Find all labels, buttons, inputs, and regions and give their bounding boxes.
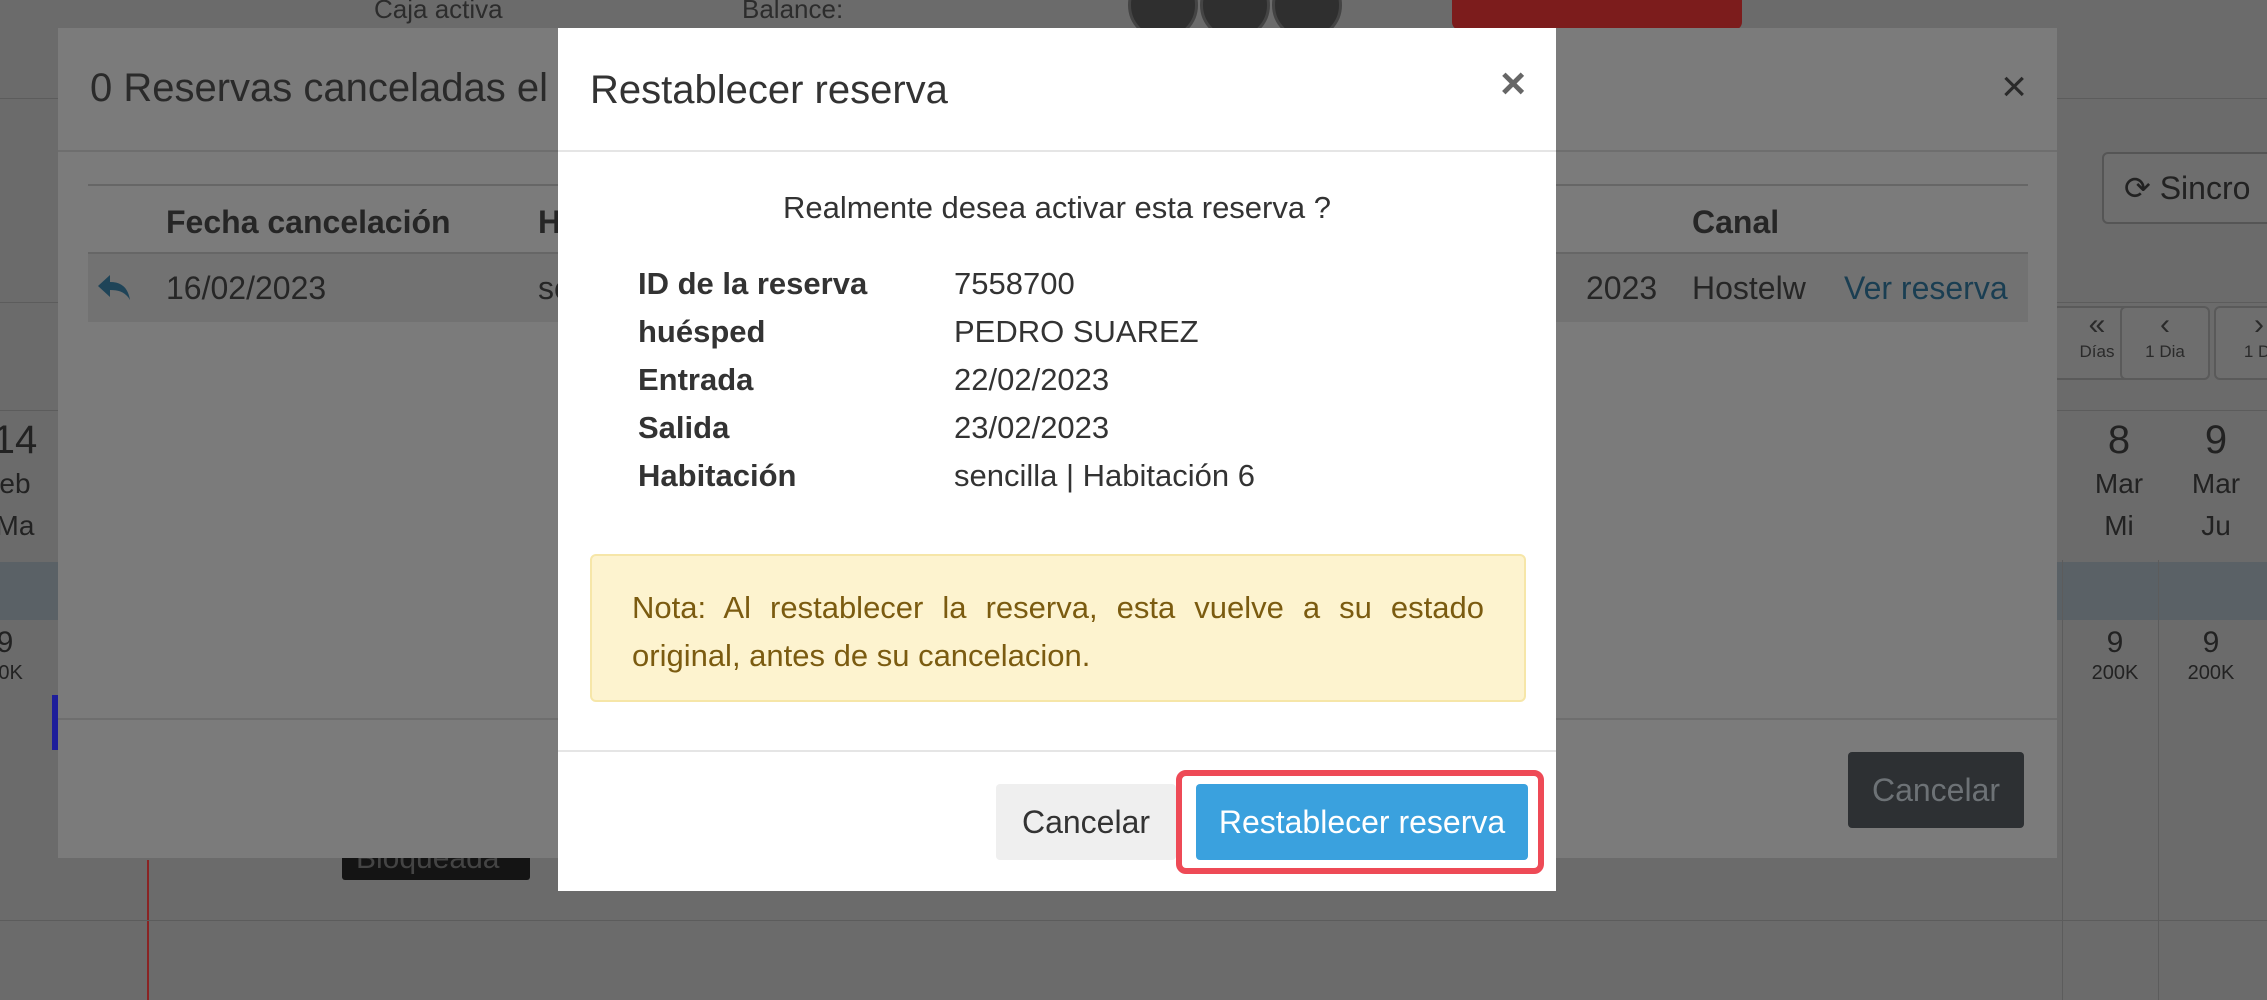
warning-note: Nota: Al restablecer la reserva, esta vu… xyxy=(590,554,1526,702)
day-month: Mar xyxy=(2094,468,2144,499)
detail-row: Salida 23/02/2023 xyxy=(638,410,1338,458)
day-weekday: Ju xyxy=(2201,510,2231,541)
calendar-price-cell: 9 200K xyxy=(2070,628,2160,688)
detail-value: sencilla | Habitación 6 xyxy=(954,458,1255,493)
column-header-canal: Canal xyxy=(1692,204,1780,240)
price-amount: 00K xyxy=(0,662,23,684)
divider xyxy=(558,750,1556,752)
divider xyxy=(2158,560,2159,1000)
reservation-details: ID de la reserva 7558700 huésped PEDRO S… xyxy=(638,266,1338,506)
modal-title: Restablecer reserva xyxy=(590,68,948,112)
detail-value: PEDRO SUAREZ xyxy=(954,314,1199,349)
calendar-price-cell: 9 00K xyxy=(0,628,50,688)
detail-label: Salida xyxy=(638,410,730,445)
close-icon[interactable]: × xyxy=(2001,62,2027,112)
divider xyxy=(0,920,2267,921)
today-marker xyxy=(147,860,149,1000)
nav-forward-day-button[interactable]: › 1 Di xyxy=(2214,306,2267,380)
close-icon[interactable]: × xyxy=(1500,62,1526,106)
detail-row: ID de la reserva 7558700 xyxy=(638,266,1338,314)
day-number: 8 xyxy=(2107,418,2131,462)
detail-label: ID de la reserva xyxy=(638,266,868,301)
nav-back-day-button[interactable]: ‹ 1 Dia xyxy=(2120,306,2210,380)
price-amount: 200K xyxy=(2091,662,2139,684)
column-header-cancel-date: Fecha cancelación xyxy=(166,204,451,240)
detail-label: huésped xyxy=(638,314,766,349)
cancel-date-cell: 16/02/2023 xyxy=(166,270,327,306)
view-reservation-link[interactable]: Ver reserva xyxy=(1844,270,2008,307)
sync-button[interactable]: ⟳ Sincro xyxy=(2102,152,2267,224)
chevron-left-icon: ‹ xyxy=(2160,308,2170,341)
active-cash-label: Caja activa xyxy=(374,0,503,24)
cancel-button[interactable]: Cancelar xyxy=(1848,752,2024,828)
calendar-day-header: 14 eb Ma xyxy=(0,418,60,547)
day-weekday: Ma xyxy=(0,510,35,541)
divider xyxy=(2062,560,2063,1000)
availability-count: 9 xyxy=(2106,626,2124,659)
modal-header: Restablecer reserva × xyxy=(558,28,1556,152)
detail-row: Entrada 22/02/2023 xyxy=(638,362,1338,410)
detail-value: 7558700 xyxy=(954,266,1075,301)
nav-label: 1 Dia xyxy=(2145,342,2185,361)
calendar-day-header: 9 Mar Ju xyxy=(2171,418,2261,547)
canal-cell: Hostelw xyxy=(1692,270,1806,306)
calendar-price-cell: 9 200K xyxy=(2166,628,2256,688)
restore-reservation-button[interactable]: Restablecer reserva xyxy=(1196,784,1528,860)
date-cell: 2023 xyxy=(1586,270,1658,306)
restore-reservation-modal: Restablecer reserva × Realmente desea ac… xyxy=(558,28,1556,891)
day-month: eb xyxy=(0,468,31,499)
detail-row: Habitación sencilla | Habitación 6 xyxy=(638,458,1338,506)
nav-label: 1 Di xyxy=(2243,342,2267,361)
cancel-button[interactable]: Cancelar xyxy=(996,784,1176,860)
detail-value: 22/02/2023 xyxy=(954,362,1110,397)
double-chevron-left-icon: « xyxy=(2088,308,2106,341)
refresh-icon: ⟳ xyxy=(2124,170,2151,206)
day-month: Mar xyxy=(2191,468,2241,499)
availability-count: 9 xyxy=(0,626,14,659)
confirmation-question: Realmente desea activar esta reserva ? xyxy=(783,190,1331,225)
chevron-right-icon: › xyxy=(2254,308,2264,341)
detail-value: 23/02/2023 xyxy=(954,410,1110,445)
restore-reply-icon[interactable] xyxy=(96,272,132,302)
day-number: 14 xyxy=(0,418,38,462)
red-action-button[interactable] xyxy=(1452,0,1742,30)
day-weekday: Mi xyxy=(2104,510,2134,541)
availability-count: 9 xyxy=(2202,626,2220,659)
balance-label: Balance: xyxy=(742,0,844,24)
sync-label: Sincro xyxy=(2159,170,2251,206)
detail-label: Habitación xyxy=(638,458,797,493)
day-number: 9 xyxy=(2204,418,2228,462)
calendar-day-header: 8 Mar Mi xyxy=(2074,418,2164,547)
price-amount: 200K xyxy=(2187,662,2235,684)
modal-title: 0 Reservas canceladas el dí xyxy=(90,66,593,110)
detail-label: Entrada xyxy=(638,362,754,397)
detail-row: huésped PEDRO SUAREZ xyxy=(638,314,1338,362)
